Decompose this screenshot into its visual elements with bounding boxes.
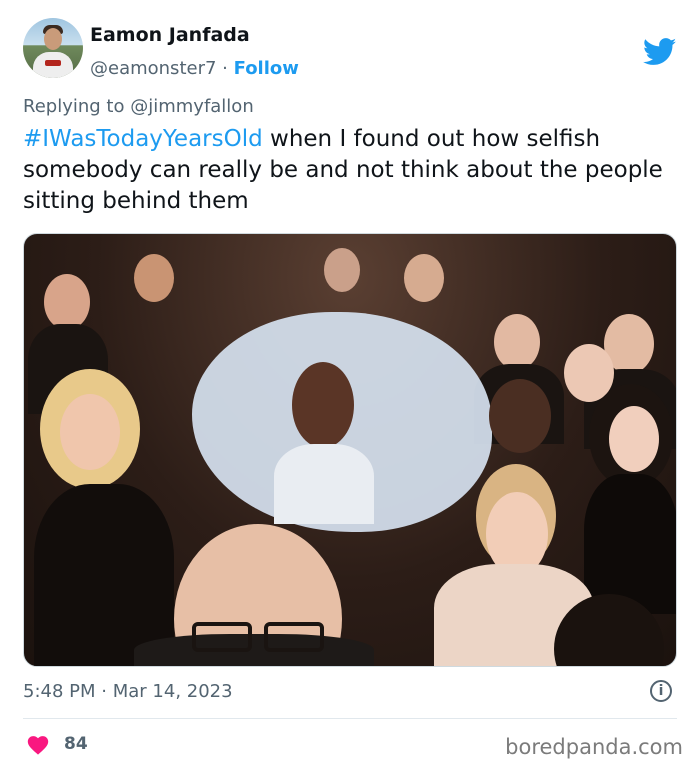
author-handle-row: @eamonster7 · Follow — [90, 58, 299, 79]
tweet-photo[interactable] — [23, 233, 677, 667]
tweet-text: #IWasTodayYearsOld when I found out how … — [23, 124, 683, 217]
divider — [23, 718, 677, 719]
tweet-date: Mar 14, 2023 — [112, 681, 233, 702]
avatar[interactable] — [23, 18, 83, 78]
date-separator: · — [101, 681, 107, 702]
hashtag-link[interactable]: #IWasTodayYearsOld — [23, 126, 263, 152]
replying-mention[interactable]: @jimmyfallon — [130, 96, 254, 117]
like-action[interactable]: 84 — [26, 733, 88, 755]
heart-icon[interactable] — [26, 733, 50, 755]
tweet-header: Eamon Janfada @eamonster7 · Follow — [23, 18, 683, 80]
replying-prefix: Replying to — [23, 96, 125, 117]
watermark: boredpanda.com — [505, 735, 683, 759]
twitter-bird-icon[interactable] — [643, 38, 677, 66]
follow-button[interactable]: Follow — [234, 58, 299, 79]
tweet-time: 5:48 PM — [23, 681, 96, 702]
replying-to: Replying to @jimmyfallon — [23, 96, 254, 117]
handle-separator: · — [222, 58, 228, 79]
info-icon[interactable]: i — [650, 680, 672, 702]
like-count: 84 — [64, 734, 88, 754]
author-handle[interactable]: @eamonster7 — [90, 58, 216, 79]
tweet-timestamp[interactable]: 5:48 PM · Mar 14, 2023 — [23, 681, 233, 702]
author-name[interactable]: Eamon Janfada — [90, 24, 250, 46]
